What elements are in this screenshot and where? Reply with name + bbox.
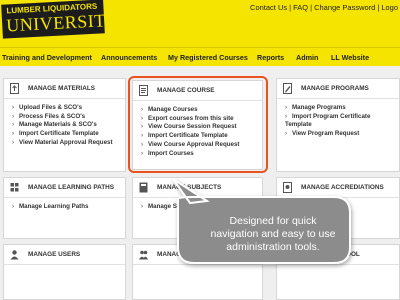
callout-text: Designed for quick navigation and easy t… — [176, 199, 370, 259]
callout-line-2: navigation and easy to use — [210, 228, 336, 240]
callout-line-1: Designed for quick — [229, 215, 317, 227]
callout-line-3: administration tools. — [226, 241, 320, 253]
